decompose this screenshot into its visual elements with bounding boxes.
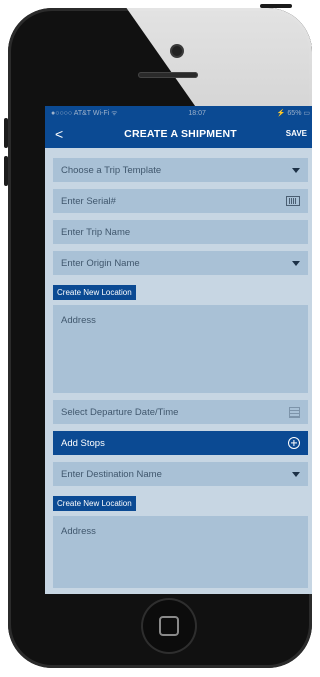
phone-frame: ●○○○○ AT&T Wi-Fi ᯤ 18:07 ⚡ 65% ▭ < CREAT… xyxy=(8,8,312,668)
save-button[interactable]: SAVE xyxy=(286,129,307,138)
destination-address-text: Address xyxy=(61,526,96,537)
trip-template-text: Choose a Trip Template xyxy=(61,164,162,176)
shipment-form: Choose a Trip Template Enter Serial# Ent… xyxy=(45,148,312,594)
power-button xyxy=(260,4,292,8)
front-camera xyxy=(172,46,182,56)
serial-text: Enter Serial# xyxy=(61,195,116,207)
calendar-icon[interactable] xyxy=(289,406,300,418)
add-circle-icon xyxy=(288,437,300,449)
navigation-bar: < CREATE A SHIPMENT SAVE xyxy=(45,120,312,148)
volume-down-button xyxy=(4,156,8,186)
home-button[interactable] xyxy=(143,600,195,652)
volume-up-button xyxy=(4,118,8,148)
carrier-label: ●○○○○ AT&T Wi-Fi ᯤ xyxy=(51,109,118,117)
departure-text: Select Departure Date/Time xyxy=(61,406,179,418)
page-title: CREATE A SHIPMENT xyxy=(124,128,237,140)
add-stops-label: Add Stops xyxy=(61,437,105,449)
origin-address-field[interactable]: Address xyxy=(53,305,308,393)
status-time: 18:07 xyxy=(188,109,206,117)
origin-text: Enter Origin Name xyxy=(61,257,140,269)
battery-status: ⚡ 65% ▭ xyxy=(276,110,310,117)
trip-name-input[interactable]: Enter Trip Name xyxy=(53,220,308,244)
app-screen: ●○○○○ AT&T Wi-Fi ᯤ 18:07 ⚡ 65% ▭ < CREAT… xyxy=(45,106,312,594)
destination-address-field[interactable]: Address xyxy=(53,516,308,588)
create-destination-location-button[interactable]: Create New Location xyxy=(53,496,136,511)
chevron-down-icon xyxy=(292,167,300,173)
origin-address-text: Address xyxy=(61,315,96,326)
barcode-scan-icon[interactable] xyxy=(286,196,300,206)
chevron-down-icon xyxy=(292,471,300,477)
status-bar: ●○○○○ AT&T Wi-Fi ᯤ 18:07 ⚡ 65% ▭ xyxy=(45,106,312,120)
origin-dropdown[interactable]: Enter Origin Name xyxy=(53,251,308,275)
trip-template-dropdown[interactable]: Choose a Trip Template xyxy=(53,158,308,182)
back-button[interactable]: < xyxy=(55,126,63,142)
destination-text: Enter Destination Name xyxy=(61,468,162,480)
home-square-icon xyxy=(159,616,179,636)
departure-datetime-input[interactable]: Select Departure Date/Time xyxy=(53,400,308,424)
trip-name-text: Enter Trip Name xyxy=(61,226,131,238)
add-stops-button[interactable]: Add Stops xyxy=(53,431,308,455)
destination-dropdown[interactable]: Enter Destination Name xyxy=(53,462,308,486)
serial-input[interactable]: Enter Serial# xyxy=(53,189,308,213)
create-origin-location-button[interactable]: Create New Location xyxy=(53,285,136,300)
chevron-down-icon xyxy=(292,260,300,266)
earpiece-speaker xyxy=(138,72,198,78)
